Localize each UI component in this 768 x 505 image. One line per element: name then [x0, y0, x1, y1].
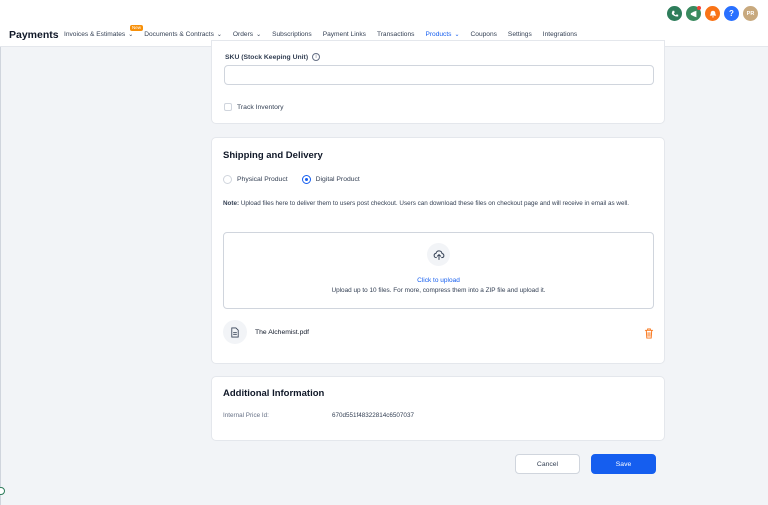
upload-dropzone[interactable]: Click to upload Upload up to 10 files. F… — [223, 232, 654, 309]
avatar[interactable]: PR — [743, 6, 758, 21]
trash-icon[interactable] — [644, 326, 654, 344]
radio-label: Physical Product — [237, 176, 288, 183]
document-icon — [223, 320, 247, 344]
click-to-upload-link[interactable]: Click to upload — [224, 277, 653, 284]
nav-label: Subscriptions — [272, 31, 312, 38]
additional-info-title: Additional Information — [223, 388, 325, 399]
internal-price-id-value: 670d551f48322814c6507037 — [332, 412, 414, 419]
uploaded-file-row: The Alchemist.pdf — [223, 320, 654, 344]
file-name: The Alchemist.pdf — [255, 328, 310, 336]
megaphone-icon[interactable] — [686, 6, 701, 21]
additional-info-card: Additional Information Internal Price Id… — [211, 376, 665, 441]
track-inventory-label: Track Inventory — [237, 103, 284, 111]
radio-button[interactable] — [301, 175, 311, 184]
shipping-card: Shipping and Delivery Physical Product D… — [211, 137, 665, 364]
chevron-down-icon: ⌄ — [256, 32, 262, 38]
app-title: Payments — [9, 29, 59, 41]
header-actions: ? PR — [667, 6, 758, 21]
bell-icon[interactable] — [705, 6, 720, 21]
nav-label: Invoices & Estimates — [64, 31, 126, 38]
product-type-radios: Physical Product Digital Product — [223, 175, 374, 184]
nav-label: Payment Links — [322, 31, 366, 38]
nav-label: Orders — [232, 31, 254, 38]
phone-icon[interactable] — [667, 6, 682, 21]
info-icon[interactable]: i — [312, 53, 321, 61]
track-inventory-checkbox[interactable] — [224, 103, 232, 111]
nav-label: Coupons — [470, 31, 497, 38]
shipping-title: Shipping and Delivery — [223, 150, 323, 161]
radio-button[interactable] — [223, 175, 232, 184]
nav-invoices-estimates[interactable]: Invoices & Estimates ⌄ New — [64, 22, 144, 47]
save-button[interactable]: Save — [591, 454, 656, 474]
nav-label: Settings — [507, 31, 532, 38]
nav-label: Transactions — [376, 31, 415, 38]
sku-label: SKU (Stock Keeping Unit) — [225, 53, 309, 61]
radio-physical-product[interactable]: Physical Product — [223, 175, 288, 184]
chevron-down-icon: ⌄ — [128, 32, 134, 38]
upload-cloud-icon — [427, 243, 450, 266]
new-badge: New — [130, 25, 144, 31]
upload-note: Note: Upload files here to deliver them … — [223, 199, 653, 209]
internal-price-id-label: Internal Price Id: — [223, 412, 269, 419]
help-icon[interactable]: ? — [724, 6, 739, 21]
nav-label: Documents & Contracts — [144, 31, 214, 38]
chevron-down-icon: ⌄ — [216, 32, 222, 38]
upload-hint: Upload up to 10 files. For more, compres… — [331, 287, 546, 294]
note-text: Upload files here to deliver them to use… — [239, 200, 630, 207]
cancel-button[interactable]: Cancel — [515, 454, 580, 474]
sku-label-row: SKU (Stock Keeping Unit) i — [225, 53, 321, 61]
sku-card: SKU (Stock Keeping Unit) i Track Invento… — [211, 40, 665, 124]
sku-input[interactable] — [224, 65, 654, 85]
note-prefix: Note: — [223, 200, 240, 207]
radio-label: Digital Product — [315, 176, 360, 183]
sidebar-edge — [0, 47, 1, 505]
nav-label: Products — [425, 30, 452, 38]
sidebar-toggle[interactable] — [0, 487, 5, 495]
radio-digital-product[interactable]: Digital Product — [301, 175, 360, 184]
nav-label: Integrations — [542, 31, 578, 38]
track-inventory-row[interactable]: Track Inventory — [224, 103, 284, 111]
chevron-down-icon: ⌄ — [454, 31, 460, 38]
